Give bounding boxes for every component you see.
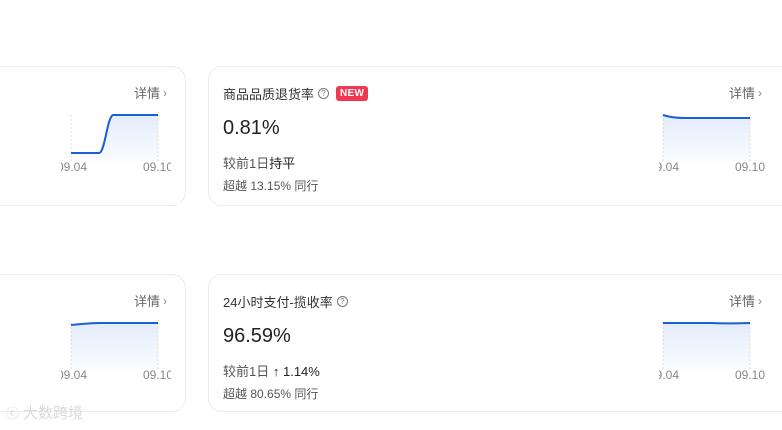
- metric-value: 96.59%: [223, 325, 291, 347]
- detail-link[interactable]: 详情 ›: [729, 83, 762, 102]
- new-badge: NEW: [336, 86, 369, 101]
- detail-link[interactable]: 详情 ›: [134, 83, 167, 102]
- trend-line: [662, 114, 750, 119]
- beyond-text: 超越 13.15% 同行: [223, 179, 319, 193]
- trend-sparkline: 09.04 09.10: [61, 322, 171, 382]
- metric-value: 0.81%: [223, 117, 280, 139]
- compare-text: 较前1日持平: [223, 156, 296, 171]
- trend-sparkline: 09.04 09.10: [659, 322, 765, 382]
- arrow-up-icon: ↑: [272, 364, 280, 379]
- trend-sparkline: 09.04 09.10: [61, 114, 171, 174]
- compare-value: 1.14%: [282, 364, 320, 379]
- detail-link[interactable]: 详情 ›: [729, 291, 762, 310]
- detail-link[interactable]: 详情 ›: [134, 291, 167, 310]
- x-label-start: 09.04: [659, 368, 679, 382]
- watermark: ⓒ 大数跨境: [6, 405, 84, 422]
- x-label-start: 09.04: [659, 160, 679, 174]
- x-label-end: 09.10: [143, 368, 171, 382]
- metric-card-3: 详情 › 09.04 09.10: [0, 274, 186, 412]
- x-label-start: 09.04: [61, 160, 87, 174]
- watermark-logo-icon: ⓒ: [6, 406, 20, 421]
- metric-card-return-rate: 商品品质退货率 ? NEW 详情 › 0.81% 较前1日持平 超越 13.15…: [208, 66, 782, 206]
- x-label-start: 09.04: [61, 368, 87, 382]
- beyond-text: 超越 80.65% 同行: [223, 387, 319, 401]
- question-circle-icon[interactable]: ?: [336, 296, 348, 307]
- chevron-right-icon: ›: [163, 85, 167, 100]
- x-label-end: 09.10: [735, 368, 765, 382]
- metric-card-pickup-rate: 24小时支付-揽收率 ? 详情 › 96.59% 较前1日 ↑ 1.14% 超越…: [208, 274, 782, 412]
- chevron-right-icon: ›: [758, 293, 763, 308]
- chevron-right-icon: ›: [163, 293, 167, 308]
- question-circle-icon[interactable]: ?: [318, 88, 330, 99]
- compare-value: 持平: [269, 156, 296, 171]
- x-label-end: 09.10: [143, 160, 171, 174]
- metric-title: 商品品质退货率 ? NEW: [223, 84, 369, 103]
- chevron-right-icon: ›: [758, 85, 763, 100]
- metric-title: 24小时支付-揽收率 ?: [223, 292, 348, 311]
- trend-sparkline: 09.04 09.10: [659, 114, 765, 174]
- compare-text: 较前1日 ↑ 1.14%: [223, 364, 320, 379]
- metric-card-1: 详情 › 09.04 09.10: [0, 66, 186, 206]
- x-label-end: 09.10: [735, 160, 765, 174]
